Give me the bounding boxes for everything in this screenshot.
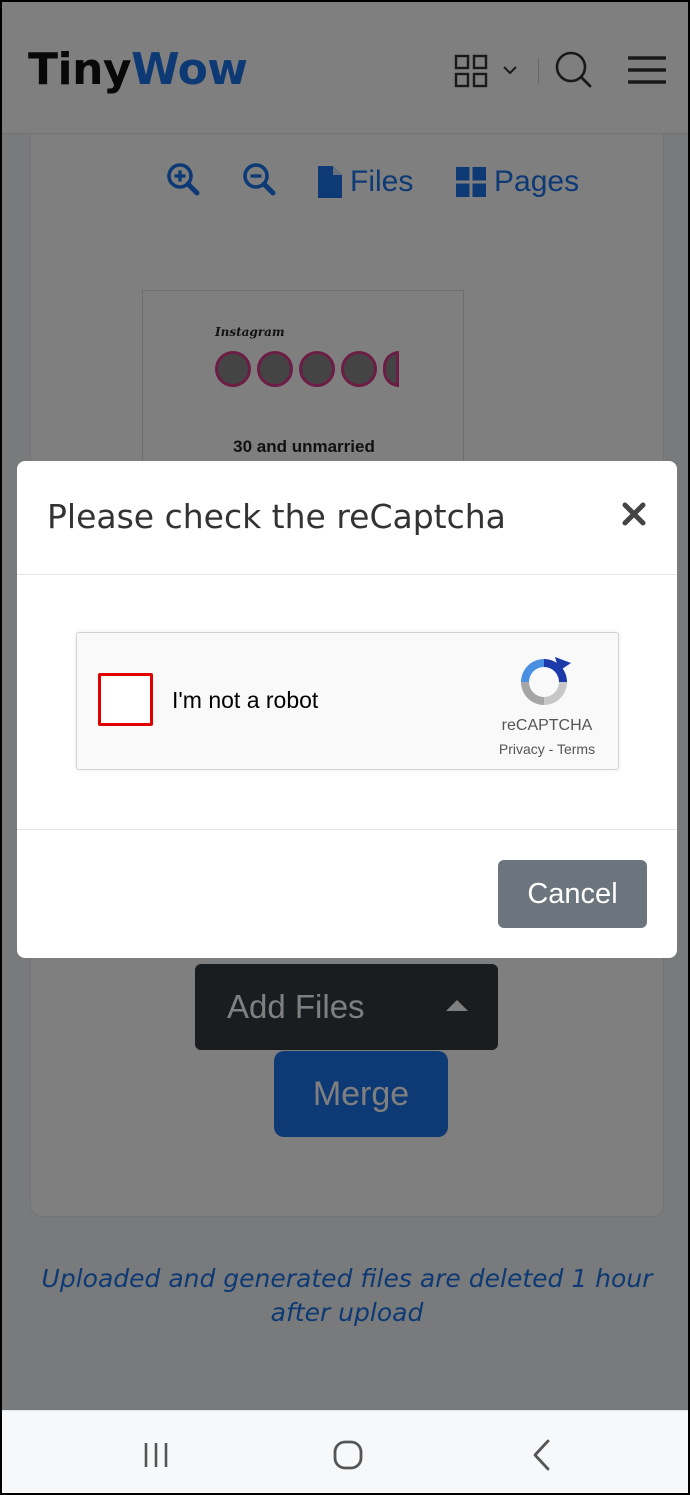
- screen: TinyWow: [0, 0, 690, 1495]
- cancel-button[interactable]: Cancel: [498, 860, 647, 928]
- cancel-label: Cancel: [527, 877, 618, 910]
- modal-body: I'm not a robot reCAPTCHA Privacy - Term…: [17, 575, 677, 830]
- modal-title: Please check the reCaptcha: [47, 497, 506, 536]
- recaptcha-brand: reCAPTCHA: [501, 717, 593, 734]
- recaptcha-label: I'm not a robot: [172, 687, 319, 713]
- home-icon[interactable]: [330, 1437, 366, 1473]
- terms-link[interactable]: Terms: [557, 741, 595, 757]
- modal-header: Please check the reCaptcha: [17, 461, 677, 575]
- back-icon[interactable]: [524, 1437, 560, 1473]
- privacy-link[interactable]: Privacy: [499, 741, 545, 757]
- links-separator: -: [544, 741, 557, 757]
- close-icon[interactable]: [619, 499, 649, 529]
- recaptcha-modal: Please check the reCaptcha I'm not a rob…: [17, 461, 677, 958]
- recaptcha-logo-icon: [521, 657, 571, 705]
- recent-apps-icon[interactable]: [138, 1437, 174, 1473]
- recaptcha-links: Privacy - Terms: [477, 741, 617, 757]
- system-nav-bar: [2, 1410, 688, 1493]
- recaptcha-checkbox[interactable]: [98, 673, 153, 726]
- recaptcha-widget: I'm not a robot reCAPTCHA Privacy - Term…: [76, 632, 619, 770]
- modal-footer: Cancel: [17, 831, 677, 958]
